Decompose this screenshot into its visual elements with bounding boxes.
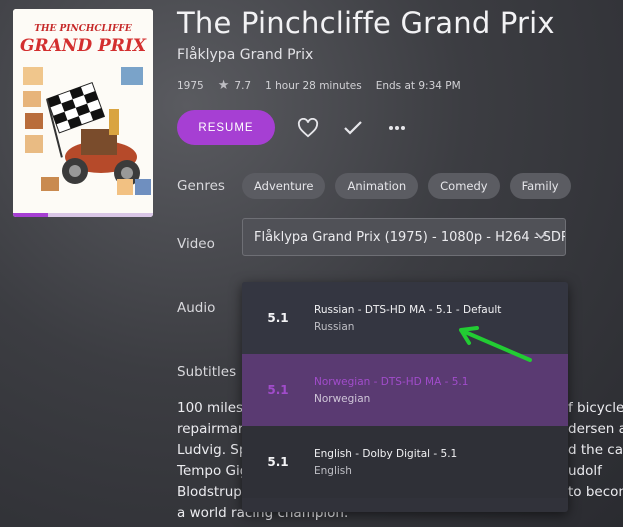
audio-channels: 5.1 [267, 383, 289, 397]
video-select[interactable]: Flåklypa Grand Prix (1975) - 1080p - H26… [242, 218, 566, 256]
overview-line: udolf [568, 463, 602, 479]
check-icon[interactable] [338, 113, 368, 143]
community-rating: 7.7 [234, 79, 252, 92]
poster-title-line2: GRAND PRIX [20, 36, 147, 56]
overview-line: to becon [568, 484, 623, 500]
genre-chip[interactable]: Comedy [428, 173, 500, 199]
overview-line: d the car [568, 442, 623, 458]
audio-track-name: Norwegian - DTS-HD MA - 5.1 [314, 375, 469, 388]
progress-bar [13, 213, 48, 217]
audio-dropdown-menu: 5.1 Russian - DTS-HD MA - 5.1 - Default … [242, 282, 568, 512]
audio-channels: 5.1 [267, 455, 289, 469]
poster-title-line1: THE PINCHCLIFFE [34, 24, 132, 34]
movie-meta: 1975 ★ 7.7 1 hour 28 minutes Ends at 9:3… [177, 78, 461, 93]
overview-line: repairmar [177, 421, 244, 437]
genre-chip[interactable]: Family [509, 173, 571, 199]
overview-line: 100 miles [177, 400, 244, 416]
audio-track-name: English - Dolby Digital - 5.1 [314, 447, 458, 460]
audio-track-language: Norwegian [314, 392, 371, 405]
video-label: Video [177, 236, 215, 252]
chevron-down-icon [535, 229, 547, 244]
overview-line: dersen a [568, 421, 623, 437]
movie-title: The Pinchcliffe Grand Prix [177, 6, 555, 40]
audio-channels: 5.1 [267, 311, 289, 325]
audio-track-language: English [314, 464, 352, 477]
action-bar: RESUME [177, 110, 405, 145]
overview-line: Blodstrup [177, 484, 242, 500]
runtime: 1 hour 28 minutes [265, 79, 362, 92]
poster-artwork: THE PINCHCLIFFE GRAND PRIX [13, 9, 153, 217]
end-time: Ends at 9:34 PM [375, 79, 461, 92]
genre-chips: Adventure Animation Comedy Family [242, 173, 581, 199]
genres-label: Genres [177, 178, 225, 194]
overview-line: Ludvig. Sp [177, 442, 248, 458]
annotation-arrow-icon [459, 326, 532, 362]
movie-poster[interactable]: THE PINCHCLIFFE GRAND PRIX [13, 9, 153, 217]
audio-option[interactable]: 5.1 English - Dolby Digital - 5.1 Englis… [242, 426, 568, 498]
heart-icon[interactable] [293, 113, 323, 143]
release-year: 1975 [177, 79, 204, 92]
resume-button[interactable]: RESUME [177, 110, 275, 145]
genre-chip[interactable]: Adventure [242, 173, 326, 199]
audio-label: Audio [177, 300, 216, 316]
genre-chip[interactable]: Animation [335, 173, 419, 199]
subtitles-label: Subtitles [177, 364, 237, 380]
video-select-value: Flåklypa Grand Prix (1975) - 1080p - H26… [254, 229, 566, 245]
overview-line: f bicycle [568, 400, 623, 416]
star-icon: ★ [217, 78, 230, 93]
more-horizontal-icon[interactable] [382, 113, 412, 143]
original-title: Flåklypa Grand Prix [177, 47, 314, 63]
overview-line: Tempo Gig [177, 463, 249, 479]
audio-track-name: Russian - DTS-HD MA - 5.1 - Default [314, 303, 502, 316]
